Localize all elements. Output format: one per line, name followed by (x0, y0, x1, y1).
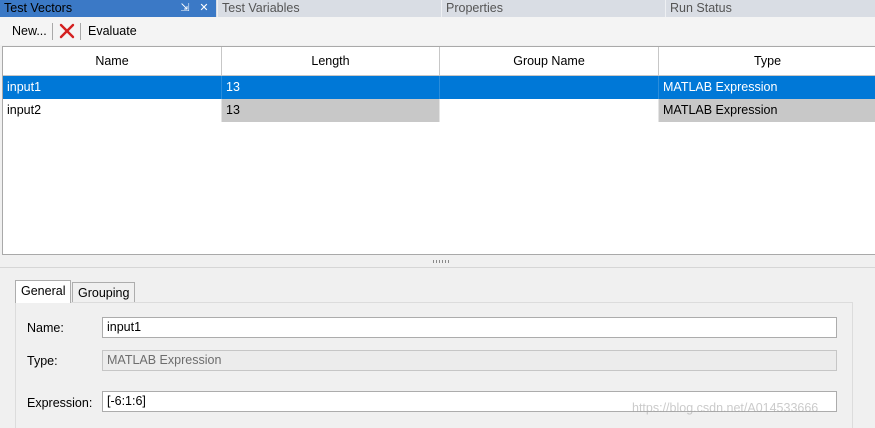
cell-type[interactable]: MATLAB Expression (659, 99, 875, 122)
tab-grouping[interactable]: Grouping (72, 282, 136, 304)
toolbar-separator (80, 23, 81, 40)
new-button-label: New... (12, 24, 47, 38)
column-header-length[interactable]: Length (222, 47, 440, 76)
details-panel: General Grouping Name: input1 Type: MATL… (0, 267, 875, 428)
toolbar: New... Evaluate (0, 17, 875, 45)
tab-label: Test Variables (222, 1, 300, 15)
column-header-type[interactable]: Type (659, 47, 875, 76)
test-vectors-grid: Name Length Group Name Type input1 13 MA… (2, 46, 875, 255)
delete-icon[interactable] (58, 22, 76, 40)
evaluate-button-label: Evaluate (88, 24, 137, 38)
tab-label: Run Status (670, 1, 732, 15)
close-icon[interactable]: ✕ (197, 0, 211, 16)
vertical-scrollbar[interactable] (857, 268, 875, 427)
expression-label: Expression: (27, 396, 93, 410)
name-label: Name: (27, 321, 64, 335)
cell-group-name[interactable] (440, 76, 659, 99)
cell-length[interactable]: 13 (222, 99, 440, 122)
type-field: MATLAB Expression (102, 350, 837, 371)
cell-name[interactable]: input1 (3, 76, 222, 99)
cell-group-name[interactable] (440, 99, 659, 122)
toolbar-separator (52, 23, 53, 40)
cell-type[interactable]: MATLAB Expression (659, 76, 875, 99)
column-header-group-name[interactable]: Group Name (440, 47, 659, 76)
tab-test-vectors[interactable]: Test Vectors ⇲ ✕ (0, 0, 216, 17)
tab-label: Test Vectors (4, 1, 73, 15)
tab-properties[interactable]: Properties (441, 0, 664, 17)
document-tab-strip: Test Vectors ⇲ ✕ Test Variables Properti… (0, 0, 875, 17)
new-button[interactable]: New... (12, 23, 47, 40)
tab-run-status[interactable]: Run Status (665, 0, 875, 17)
tab-general[interactable]: General (15, 280, 72, 303)
tab-test-variables[interactable]: Test Variables (217, 0, 440, 17)
evaluate-button[interactable]: Evaluate (88, 23, 137, 40)
cell-name[interactable]: input2 (3, 99, 222, 122)
watermark: https://blog.csdn.net/A014533666 (632, 401, 819, 415)
pin-icon[interactable]: ⇲ (178, 0, 192, 16)
tab-label: Properties (446, 1, 503, 15)
type-label: Type: (27, 354, 58, 368)
column-header-name[interactable]: Name (3, 47, 222, 76)
name-field[interactable]: input1 (102, 317, 837, 338)
splitter-grip-icon[interactable] (433, 260, 449, 263)
cell-length[interactable]: 13 (222, 76, 440, 99)
pane-splitter[interactable] (0, 255, 875, 267)
